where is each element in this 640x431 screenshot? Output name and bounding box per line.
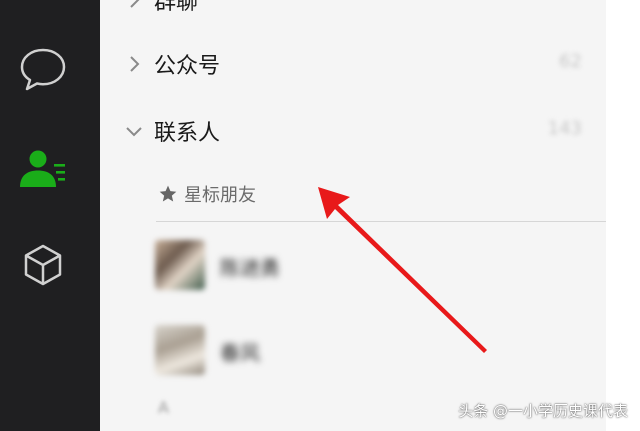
avatar: [155, 240, 205, 290]
group-count: 143: [547, 118, 582, 139]
right-strip: [606, 0, 640, 431]
group-label: 联系人: [154, 121, 221, 146]
avatar: [155, 325, 205, 375]
watermark: 头条 @一小学历史课代表: [458, 402, 628, 420]
section-label: 星标朋友: [184, 185, 256, 206]
group-row-contacts[interactable]: 联系人 143: [100, 101, 606, 161]
contact-item[interactable]: 陈进勇: [100, 232, 606, 304]
chevron-right-icon: [130, 56, 140, 72]
divider: [156, 221, 606, 222]
chevron-right-icon: [130, 0, 140, 8]
contact-name: 春风: [220, 341, 260, 365]
sidebar: [0, 0, 100, 431]
contacts-icon[interactable]: [18, 145, 68, 195]
chat-bubble-icon[interactable]: [18, 44, 68, 94]
contact-item[interactable]: 春风: [100, 317, 606, 389]
group-label: 公众号: [154, 54, 221, 79]
starred-friends-section: 星标朋友: [100, 176, 606, 222]
star-icon: [159, 185, 177, 202]
index-letter: A: [158, 398, 169, 417]
group-row-group-chats[interactable]: 群聊: [100, 0, 606, 30]
cube-icon[interactable]: [18, 240, 68, 290]
group-label: 群聊: [154, 0, 199, 15]
group-count: 62: [559, 51, 582, 72]
chevron-down-icon: [126, 127, 142, 137]
contact-name: 陈进勇: [220, 256, 280, 280]
contact-list-panel: 群聊 公众号 62 联系人 143 星标朋友 陈进勇 春风 A: [100, 0, 606, 431]
group-row-official-accounts[interactable]: 公众号 62: [100, 34, 606, 94]
